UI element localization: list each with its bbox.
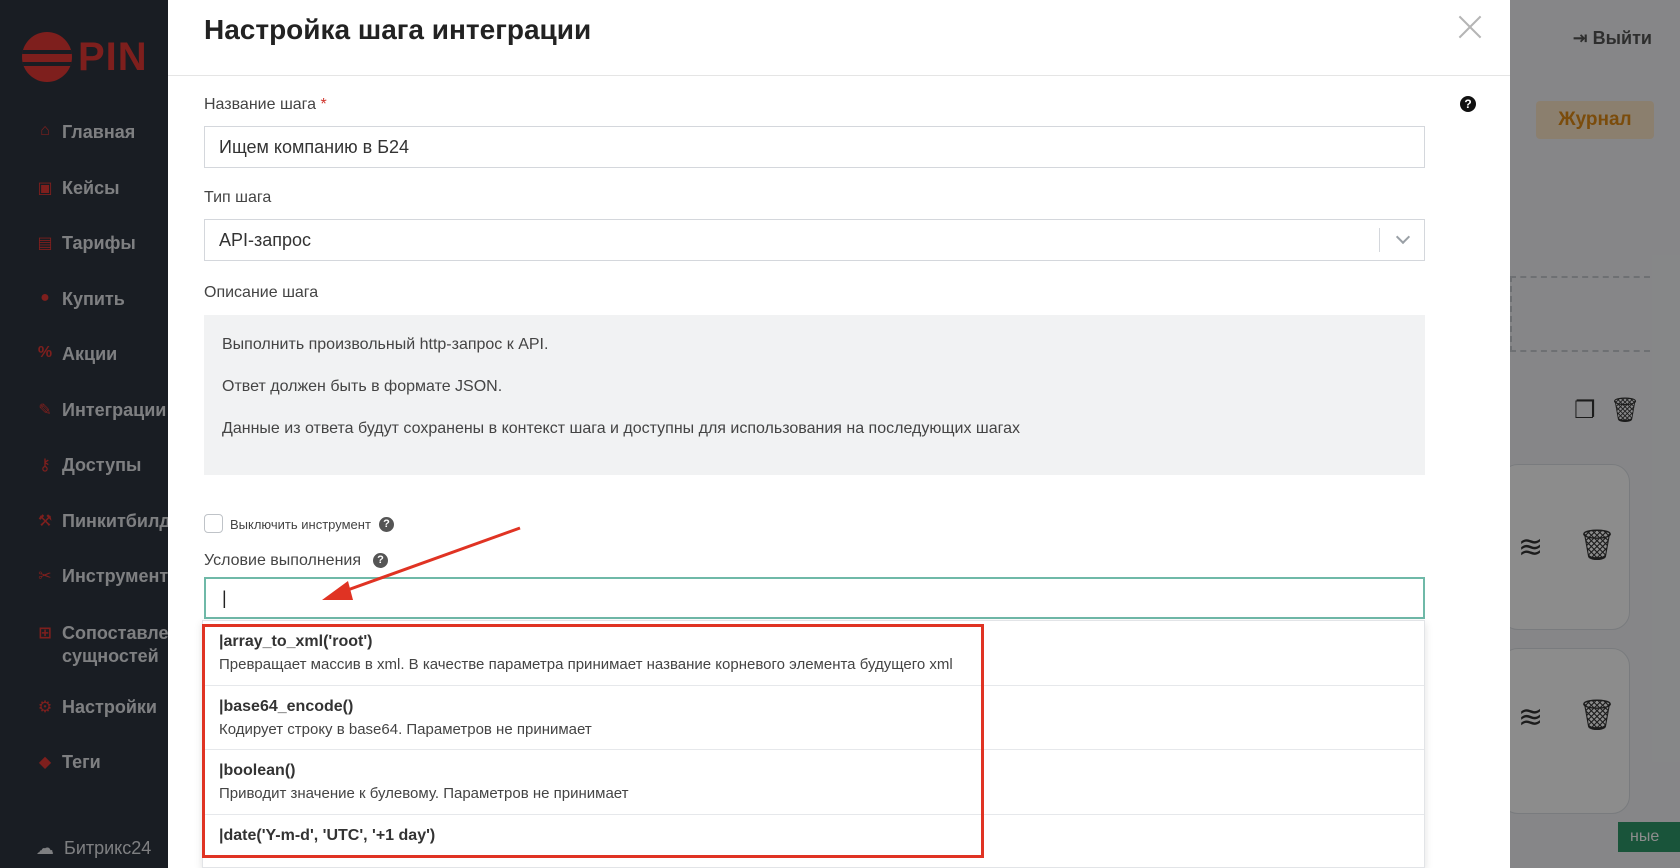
condition-label: Условие выполнения — [204, 552, 362, 569]
step-type-value: API-запрос — [219, 230, 312, 250]
autocomplete-option[interactable]: |base64_encode() Кодирует строку в base64… — [203, 686, 1424, 750]
disable-tool-label: Выключить инструмент — [230, 517, 371, 532]
description-box: Выполнить произвольный http-запрос к API… — [204, 315, 1425, 475]
autocomplete-option[interactable]: |date('Y-m-d', 'UTC', '+1 day') — [203, 815, 1424, 868]
condition-input[interactable]: | — [204, 577, 1425, 619]
step-name-label: Название шага * — [204, 96, 327, 114]
step-type-label: Тип шага — [204, 189, 272, 206]
option-title: |boolean() — [219, 762, 296, 779]
step-type-select[interactable]: API-запрос — [204, 219, 1425, 261]
select-separator — [1379, 228, 1380, 252]
option-description: Кодирует строку в base64. Параметров не … — [219, 720, 592, 738]
autocomplete-option[interactable]: |array_to_xml('root') Превращает массив в… — [203, 621, 1424, 686]
description-line: Ответ должен быть в формате JSON. — [222, 378, 503, 395]
option-description: Приводит значение к булевому. Параметров… — [219, 785, 629, 802]
option-title: |array_to_xml('root') — [219, 633, 373, 650]
step-name-label-text: Название шага — [204, 96, 317, 113]
help-icon[interactable]: ? — [1460, 96, 1476, 112]
autocomplete-dropdown: |array_to_xml('root') Превращает массив в… — [202, 620, 1425, 868]
help-icon[interactable]: ? — [379, 517, 394, 532]
disable-tool-checkbox[interactable] — [204, 514, 223, 533]
description-line: Выполнить произвольный http-запрос к API… — [222, 336, 549, 353]
help-icon[interactable]: ? — [373, 553, 388, 568]
option-description: Превращает массив в xml. В качестве пара… — [219, 656, 953, 673]
description-label: Описание шага — [204, 284, 319, 301]
modal-title: Настройка шага интеграции — [204, 14, 592, 45]
close-icon[interactable] — [1456, 12, 1484, 42]
option-title: |date('Y-m-d', 'UTC', '+1 day') — [219, 826, 436, 844]
integration-step-modal: Настройка шага интеграции ? Название шаг… — [168, 0, 1510, 868]
chevron-down-icon[interactable] — [1395, 229, 1411, 245]
step-name-input[interactable]: Ищем компанию в Б24 — [204, 126, 1425, 168]
required-mark: * — [320, 96, 327, 113]
autocomplete-option[interactable]: |boolean() Приводит значение к булевому. … — [203, 750, 1424, 815]
description-line: Данные из ответа будут сохранены в конте… — [222, 420, 1020, 437]
option-title: |base64_encode() — [219, 697, 354, 715]
modal-header: Настройка шага интеграции — [168, 0, 1510, 76]
